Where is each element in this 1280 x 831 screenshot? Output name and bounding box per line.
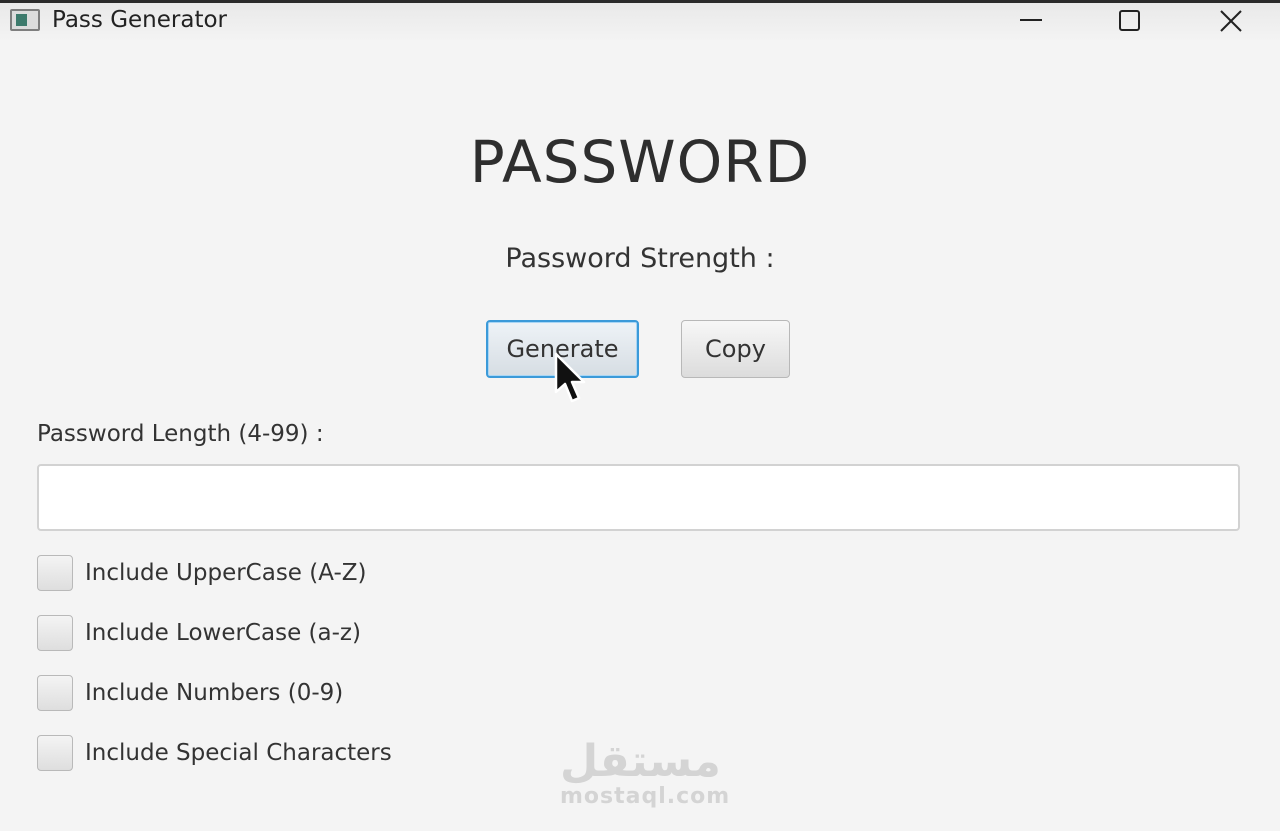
password-strength-label: Password Strength :: [505, 243, 775, 274]
watermark-url: mostaql.com: [560, 784, 731, 809]
password-display: PASSWORD: [469, 128, 811, 196]
close-icon: [1220, 10, 1242, 32]
uppercase-option[interactable]: Include UpperCase (A-Z): [37, 555, 367, 591]
lowercase-option[interactable]: Include LowerCase (a-z): [37, 615, 361, 651]
numbers-checkbox[interactable]: [37, 675, 73, 711]
watermark: مستقل mostaql.com: [560, 736, 731, 810]
app-window: Pass Generator PASSWORD Password Strengt…: [0, 0, 1280, 831]
title-bar[interactable]: Pass Generator: [0, 0, 1280, 40]
copy-button[interactable]: Copy: [681, 320, 790, 378]
uppercase-label: Include UpperCase (A-Z): [85, 560, 367, 586]
close-button[interactable]: [1211, 7, 1251, 37]
minimize-icon: [1020, 19, 1042, 21]
special-label: Include Special Characters: [85, 740, 392, 766]
minimize-button[interactable]: [1012, 7, 1052, 37]
lowercase-checkbox[interactable]: [37, 615, 73, 651]
app-window-icon: [10, 9, 40, 31]
password-length-input[interactable]: [37, 464, 1240, 531]
window-title: Pass Generator: [52, 7, 228, 33]
maximize-icon: [1119, 10, 1140, 31]
generate-button[interactable]: Generate: [486, 320, 639, 378]
watermark-logo: مستقل: [560, 736, 721, 787]
special-checkbox[interactable]: [37, 735, 73, 771]
password-length-label: Password Length (4-99) :: [37, 421, 324, 447]
numbers-label: Include Numbers (0-9): [85, 680, 344, 706]
uppercase-checkbox[interactable]: [37, 555, 73, 591]
special-option[interactable]: Include Special Characters: [37, 735, 392, 771]
lowercase-label: Include LowerCase (a-z): [85, 620, 361, 646]
numbers-option[interactable]: Include Numbers (0-9): [37, 675, 343, 711]
maximize-button[interactable]: [1110, 7, 1150, 37]
